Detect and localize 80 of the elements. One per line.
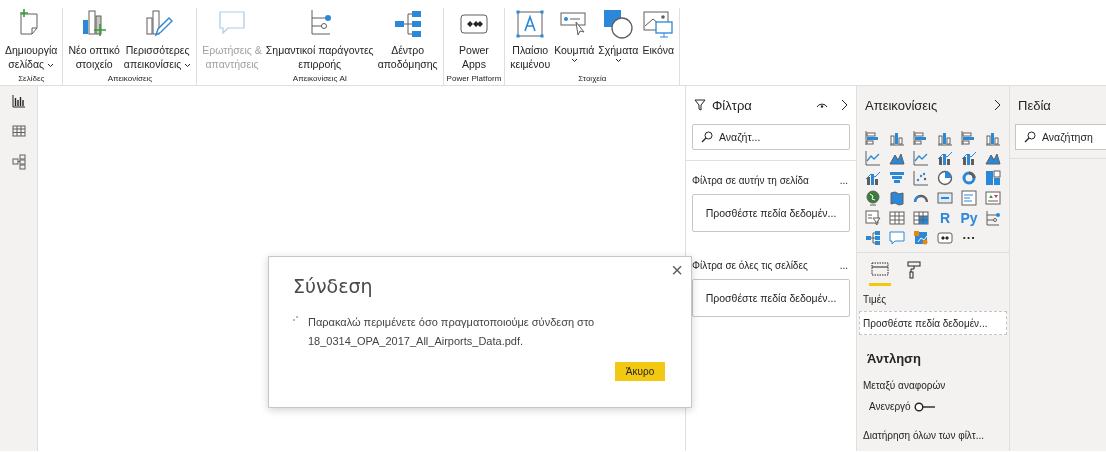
drop-field[interactable]: Προσθέστε πεδία δεδομέν... — [692, 194, 850, 232]
ribbon-button[interactable]: Πλαίσιο κειμένου — [508, 8, 553, 71]
group-label: Στοιχεία — [578, 73, 607, 85]
ribbon-button[interactable]: Σχήματα — [596, 8, 641, 63]
multi-row-card-icon[interactable] — [961, 190, 977, 206]
search-field[interactable]: Αναζήτηση — [1015, 124, 1106, 150]
group-label: Power Platform — [446, 73, 502, 85]
treemap-icon[interactable] — [985, 170, 1001, 186]
donut-chart-icon[interactable] — [961, 170, 977, 186]
ribbon-button[interactable]: Power Apps — [455, 8, 492, 71]
spinner-icon — [293, 316, 298, 321]
chevron-right-icon[interactable] — [840, 99, 848, 111]
fields-tab[interactable] — [869, 259, 891, 286]
ribbon-button[interactable]: Δημιουργία σελίδας — [3, 8, 60, 71]
search-icon — [1024, 131, 1036, 143]
pane-title: Φίλτρα — [712, 97, 753, 113]
bar-chart-icon[interactable] — [913, 130, 929, 146]
column-chart-icon[interactable] — [889, 130, 905, 146]
close-button[interactable]: × — [671, 259, 683, 282]
pane-title: Απεικονίσεις — [865, 97, 939, 113]
kpi-icon[interactable] — [985, 190, 1001, 206]
section-title: Άντληση — [866, 350, 922, 368]
ribbon-button[interactable]: Περισσότερες απεικονίσεις — [121, 8, 194, 71]
well-label: Τιμές — [862, 293, 887, 307]
filter-icon — [694, 99, 706, 111]
speech-bubble-icon[interactable] — [889, 230, 905, 246]
combo-chart-icon[interactable] — [937, 150, 953, 166]
ribbon-button[interactable]: Νέο οπτικό στοιχείο — [66, 8, 122, 71]
setting-label: Μεταξύ αναφορών — [862, 379, 947, 393]
eye-icon[interactable] — [816, 101, 828, 109]
pie-chart-icon[interactable] — [937, 170, 953, 186]
report-view-button[interactable] — [11, 94, 26, 108]
globe-icon[interactable] — [865, 190, 881, 206]
hierarchy-icon[interactable] — [865, 230, 881, 246]
diamonds-icon[interactable] — [937, 230, 953, 246]
pane-title: Πεδία — [1018, 97, 1052, 113]
column-chart-icon[interactable] — [937, 130, 953, 146]
setting-label: Διατήρηση όλων των φίλτ... — [862, 429, 986, 443]
narrative-icon[interactable] — [913, 230, 929, 246]
funnel-icon[interactable] — [889, 170, 905, 186]
toggle-switch[interactable]: Ανενεργό — [857, 395, 1009, 426]
more-visuals-button[interactable]: ··· — [962, 233, 976, 243]
ribbon-button[interactable]: Δέντρο αποδόμησης — [375, 8, 440, 71]
group-label: Σελίδες — [18, 73, 45, 85]
dialog-message: Παρακαλώ περιμένετε όσο πραγματοποιούμε σύνδεση στο 18_0314_OPA_2017_All_Airports_Data.pdf. — [308, 315, 596, 349]
search-field[interactable]: Αναζήτ... — [692, 124, 850, 150]
more-options-button[interactable]: ... — [839, 260, 848, 271]
shapes-icon — [602, 8, 635, 40]
line-chart-icon[interactable] — [913, 150, 929, 166]
map-icon[interactable] — [889, 190, 905, 206]
ribbon-button[interactable]: Σημαντικοί παράγοντες επιρροής — [263, 8, 376, 71]
section-title: Φίλτρα σε όλες τις σελίδες — [692, 260, 808, 271]
drop-field[interactable]: Προσθέστε πεδία δεδομέν... — [859, 311, 1007, 335]
line-chart-icon[interactable] — [865, 150, 881, 166]
drop-field[interactable]: Προσθέστε πεδία δεδομέν... — [692, 279, 850, 317]
slicer-icon[interactable] — [865, 210, 881, 226]
combo-chart-icon[interactable] — [865, 170, 881, 186]
text-box-icon — [514, 8, 547, 40]
model-view-button[interactable] — [11, 154, 26, 170]
bar-chart-icon[interactable] — [961, 130, 977, 146]
table-view-button[interactable] — [11, 124, 26, 138]
chevron-right-icon[interactable] — [993, 99, 1001, 111]
search-icon — [701, 131, 713, 143]
ribbon-button[interactable]: Εικόνα — [640, 8, 677, 57]
card-icon[interactable] — [937, 190, 953, 206]
table-icon[interactable] — [889, 210, 905, 226]
group-label: Απεικονίσεις — [107, 73, 153, 85]
bar-chart-icon[interactable] — [865, 130, 881, 146]
image-icon — [642, 8, 675, 40]
column-chart-icon[interactable] — [985, 130, 1001, 146]
section-title: Φίλτρα σε αυτήν τη σελίδα — [692, 175, 809, 186]
group-label: Απεικονίσεις AI — [292, 73, 348, 85]
ribbon-button[interactable]: Κουμπιά — [552, 8, 597, 63]
more-options-button[interactable]: ... — [839, 175, 848, 186]
cancel-button[interactable]: Άκυρο — [615, 362, 665, 381]
scatter-chart-icon[interactable] — [913, 170, 929, 186]
dialog-title: Σύνδεση — [293, 275, 374, 297]
node-tree-icon[interactable] — [985, 210, 1001, 226]
matrix-icon[interactable] — [913, 210, 929, 226]
combo-chart-icon[interactable] — [961, 150, 977, 166]
